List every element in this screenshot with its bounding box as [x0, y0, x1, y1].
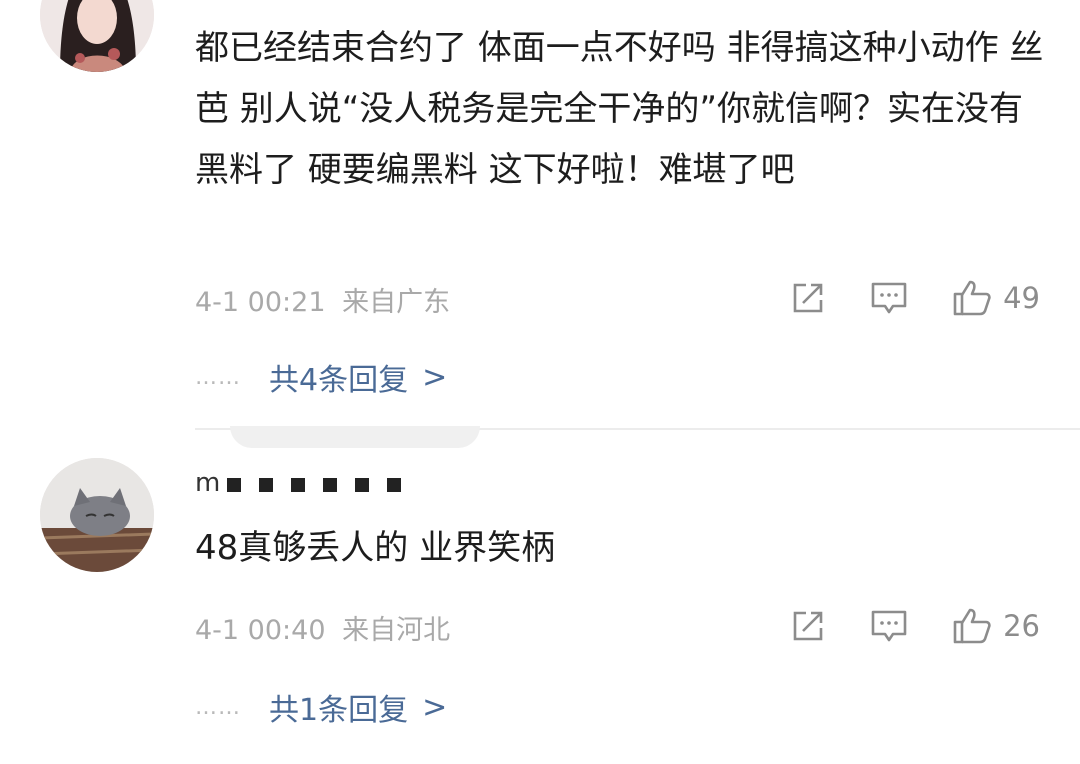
chevron-right-icon: >	[422, 689, 448, 725]
view-replies-link[interactable]: …… 共1条回复 >	[195, 685, 447, 729]
comment-item: 都已经结束合约了 体面一点不好吗 非得搞这种小动作 丝芭 别人说“没人税务是完全…	[0, 0, 1080, 428]
view-replies-link[interactable]: …… 共4条回复 >	[195, 355, 447, 399]
replies-label: 共1条回复	[269, 693, 409, 728]
user-avatar[interactable]	[40, 458, 154, 572]
user-avatar[interactable]	[40, 0, 154, 72]
comment-text: 48真够丢人的 业界笑柄	[195, 528, 556, 568]
comment-actions: 49	[747, 278, 1040, 318]
comment-actions: 26	[747, 606, 1040, 646]
comment-item: m 48真够丢人的 业界笑柄 4-1 00:40 来自河北 26 …… 共1条回…	[0, 430, 1080, 764]
comment-button[interactable]	[869, 279, 909, 317]
comment-meta: 4-1 00:40 来自河北	[195, 608, 450, 647]
thumbs-up-icon	[953, 280, 991, 316]
comment-button[interactable]	[869, 607, 909, 645]
share-button[interactable]	[789, 279, 827, 317]
avatar-cat-photo	[40, 458, 154, 572]
timestamp: 4-1 00:40	[195, 615, 326, 646]
replies-dots: ……	[195, 364, 241, 390]
like-count: 49	[1003, 281, 1040, 315]
thumbs-up-icon	[953, 608, 991, 644]
username[interactable]: m	[195, 468, 419, 499]
replies-label: 共4条回复	[269, 363, 409, 398]
location: 来自广东	[342, 287, 451, 318]
like-button[interactable]: 26	[951, 606, 1040, 646]
username-mask	[227, 469, 419, 499]
location: 来自河北	[342, 615, 451, 646]
username-text: m	[195, 468, 222, 498]
comment-icon	[871, 610, 907, 642]
replies-dots: ……	[195, 694, 241, 720]
comment-meta: 4-1 00:21 来自广东	[195, 280, 450, 319]
comment-text: 都已经结束合约了 体面一点不好吗 非得搞这种小动作 丝芭 别人说“没人税务是完全…	[195, 28, 1044, 190]
timestamp: 4-1 00:21	[195, 287, 326, 318]
share-icon	[793, 611, 823, 641]
chevron-right-icon: >	[422, 359, 448, 395]
comment-icon	[871, 282, 907, 314]
like-count: 26	[1003, 609, 1040, 643]
share-icon	[793, 283, 823, 313]
like-button[interactable]: 49	[951, 278, 1040, 318]
share-button[interactable]	[789, 607, 827, 645]
avatar-woman-photo	[40, 0, 154, 72]
